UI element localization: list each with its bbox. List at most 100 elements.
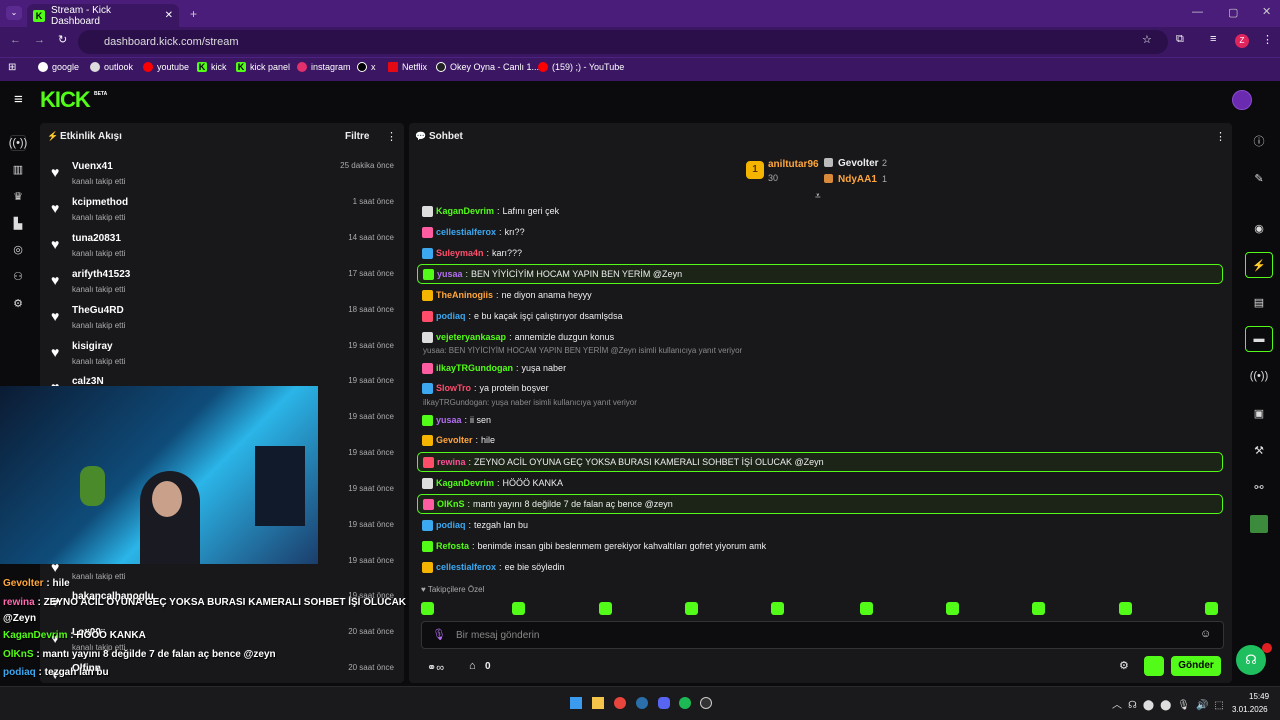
tools-icon[interactable]: ⚒ [1245,437,1273,463]
chat-message[interactable]: cellestialferox: ee bie söyledin [417,557,1223,577]
active-tab[interactable]: K Stream - Kick Dashboard ✕ [27,4,179,27]
chat-message[interactable]: KaganDevrim: Lafını geri çek [417,201,1223,221]
chat-username[interactable]: ilkayTRGundogan [436,363,513,373]
activity-menu-icon[interactable]: ⋮ [386,130,397,143]
close-tab-icon[interactable]: ✕ [165,10,173,21]
trophy-nav-icon[interactable]: ♛ [10,188,26,204]
chrome-icon[interactable] [614,697,626,709]
chat-username[interactable]: yusaa [436,415,462,425]
users-nav-icon[interactable]: ⚇ [10,268,26,284]
obs-icon[interactable] [700,697,712,709]
chat-message[interactable]: podiaq: e bu kaçak işçi çalıştırıyor dsam… [417,306,1223,326]
chat-message[interactable]: SlowTro: ya protein boşver [417,378,1223,398]
tab-search-button[interactable]: ⌄ [6,6,22,20]
chat-username[interactable]: OlKnS [437,499,465,509]
chat-message[interactable]: Gevolter: hile [417,430,1223,450]
broadcast-icon[interactable]: ((•)) [1245,363,1273,389]
user-avatar[interactable] [1232,90,1252,110]
bookmark-google[interactable]: google [38,62,79,72]
profile-avatar[interactable]: Z [1235,34,1249,48]
chat-username[interactable]: KaganDevrim [436,206,494,216]
emote-icon[interactable] [946,602,959,615]
reload-icon[interactable]: ↻ [58,33,67,46]
emoji-icon[interactable]: ☺ [1200,628,1211,640]
maximize-button[interactable]: ▢ [1228,6,1238,19]
notes-icon[interactable]: ▤ [1245,289,1273,315]
chat-message[interactable]: podiaq: tezgah lan bu [417,515,1223,535]
steam-icon[interactable] [636,697,648,709]
activity-toggle-icon[interactable]: ⚡ [1245,252,1273,278]
camera-icon[interactable]: ◉ [1245,215,1273,241]
chat-username[interactable]: Suleyma4n [436,248,484,258]
bookmark-kick-panel[interactable]: Kkick panel [236,62,290,72]
chat-message[interactable]: ilkayTRGundogan: yuşa naber [417,358,1223,378]
kick-emote-button[interactable] [1144,656,1164,676]
chat-username[interactable]: KaganDevrim [436,478,494,488]
bookmark-okey[interactable]: Okey Oyna - Canlı 1... [436,62,539,72]
bookmark-youtube[interactable]: youtube [143,62,189,72]
stream-nav-icon[interactable]: ((•)) [9,135,27,151]
chat-message[interactable]: KaganDevrim: HÖÖÖ KANKA [417,473,1223,493]
activity-item[interactable]: ♥ kisigiray kanalı takip etti 19 saat önce [48,339,398,375]
menu-icon[interactable]: ⋮ [1262,33,1273,46]
emote-icon[interactable] [1119,602,1132,615]
chat-username[interactable]: Refosta [436,541,469,551]
spotify-icon[interactable] [679,697,691,709]
chat-username[interactable]: Gevolter [436,435,473,445]
channel-points-icon[interactable]: ⚭∞ [427,661,444,674]
chat-message[interactable]: vejeteryankasap: annemizle duzgun konus [417,327,1223,347]
analytics-nav-icon[interactable]: ▥ [10,161,26,177]
media-icon[interactable]: ≡ [1210,33,1216,45]
new-tab-button[interactable]: + [190,7,197,21]
info-icon[interactable]: ⓘ [1245,128,1273,154]
reply-context[interactable]: yusaa: BEN YİYİCİYİM HOCAM YAPIN BEN YER… [423,346,742,355]
emote-icon[interactable] [421,602,434,615]
emote-icon[interactable] [599,602,612,615]
tray-icons[interactable]: ︿☊⬤⬤🎙🔊⬚ [1112,696,1230,711]
chat-username[interactable]: TheAninogiis [436,290,493,300]
message-input[interactable]: 🎙 Bir mesaj gönderin ☺ [421,621,1224,649]
chat-menu-icon[interactable]: ⋮ [1215,130,1226,143]
camera-nav-icon[interactable]: ◎ [10,241,26,257]
chat-message[interactable]: TheAninogiis: ne diyon anama heyyy [417,285,1223,305]
activity-item[interactable]: ♥ TheGu4RD kanalı takip etti 18 saat önce [48,303,398,339]
moderation-icon[interactable]: ▣ [1245,400,1273,426]
bookmark-netflix[interactable]: Netflix [388,62,427,72]
forward-icon[interactable]: → [34,34,45,46]
chat-settings-icon[interactable]: ⚙ [1119,659,1129,672]
kick-logo[interactable]: KICK [40,87,91,113]
activity-item[interactable]: ♥ Vuenx41 kanalı takip etti 25 dakika önce [48,159,398,195]
gift-leaderboard[interactable]: 1 aniltutar96 30 Gevolter 2 NdyAA1 1 [744,157,914,187]
bookmark-kick[interactable]: Kkick [197,62,227,72]
mic-icon[interactable]: 🎙 [432,628,446,641]
hamburger-menu-icon[interactable]: ≡ [14,91,23,108]
chat-username[interactable]: rewina [437,457,466,467]
chat-message[interactable]: Refosta: benimde insan gibi beslenmem ger… [417,536,1223,556]
community-icon[interactable]: ⚯ [1245,474,1273,500]
reply-context[interactable]: ilkayTRGundogan: yuşa naber isimli kulla… [423,398,637,407]
edit-icon[interactable]: ✎ [1245,165,1273,191]
game-icon[interactable] [1245,511,1273,537]
chat-username[interactable]: yusaa [437,269,463,279]
chat-username[interactable]: SlowTro [436,383,471,393]
explorer-icon[interactable] [592,697,604,709]
emote-icon[interactable] [1032,602,1045,615]
activity-item[interactable]: ♥ kcipmethod kanalı takip etti 1 saat önce [48,195,398,231]
emote-icon[interactable] [860,602,873,615]
filter-button[interactable]: Filtre [345,131,369,142]
back-icon[interactable]: ← [10,34,21,46]
activity-item[interactable]: ♥ arifyth41523 kanalı takip etti 17 saat ön… [48,267,398,303]
chat-username[interactable]: podiaq [436,311,466,321]
discord-icon[interactable] [658,697,670,709]
emote-icon[interactable] [1205,602,1218,615]
chat-message[interactable]: yusaa: BEN YİYİCİYİM HOCAM YAPIN BEN YERİ… [417,264,1223,284]
chat-message[interactable]: OlKnS: mantı yayını 8 değilde 7 de falan … [417,494,1223,514]
chat-username[interactable]: podiaq [436,520,466,530]
chat-username[interactable]: cellestialferox [436,227,496,237]
emote-icon[interactable] [771,602,784,615]
bookmark-x[interactable]: x [357,62,376,72]
close-window-button[interactable]: ✕ [1262,5,1271,18]
activity-item[interactable]: ♥ tuna20831 kanalı takip etti 14 saat önce [48,231,398,267]
settings-nav-icon[interactable]: ⚙ [10,295,26,311]
url-input[interactable]: dashboard.kick.com/stream [78,30,1168,54]
